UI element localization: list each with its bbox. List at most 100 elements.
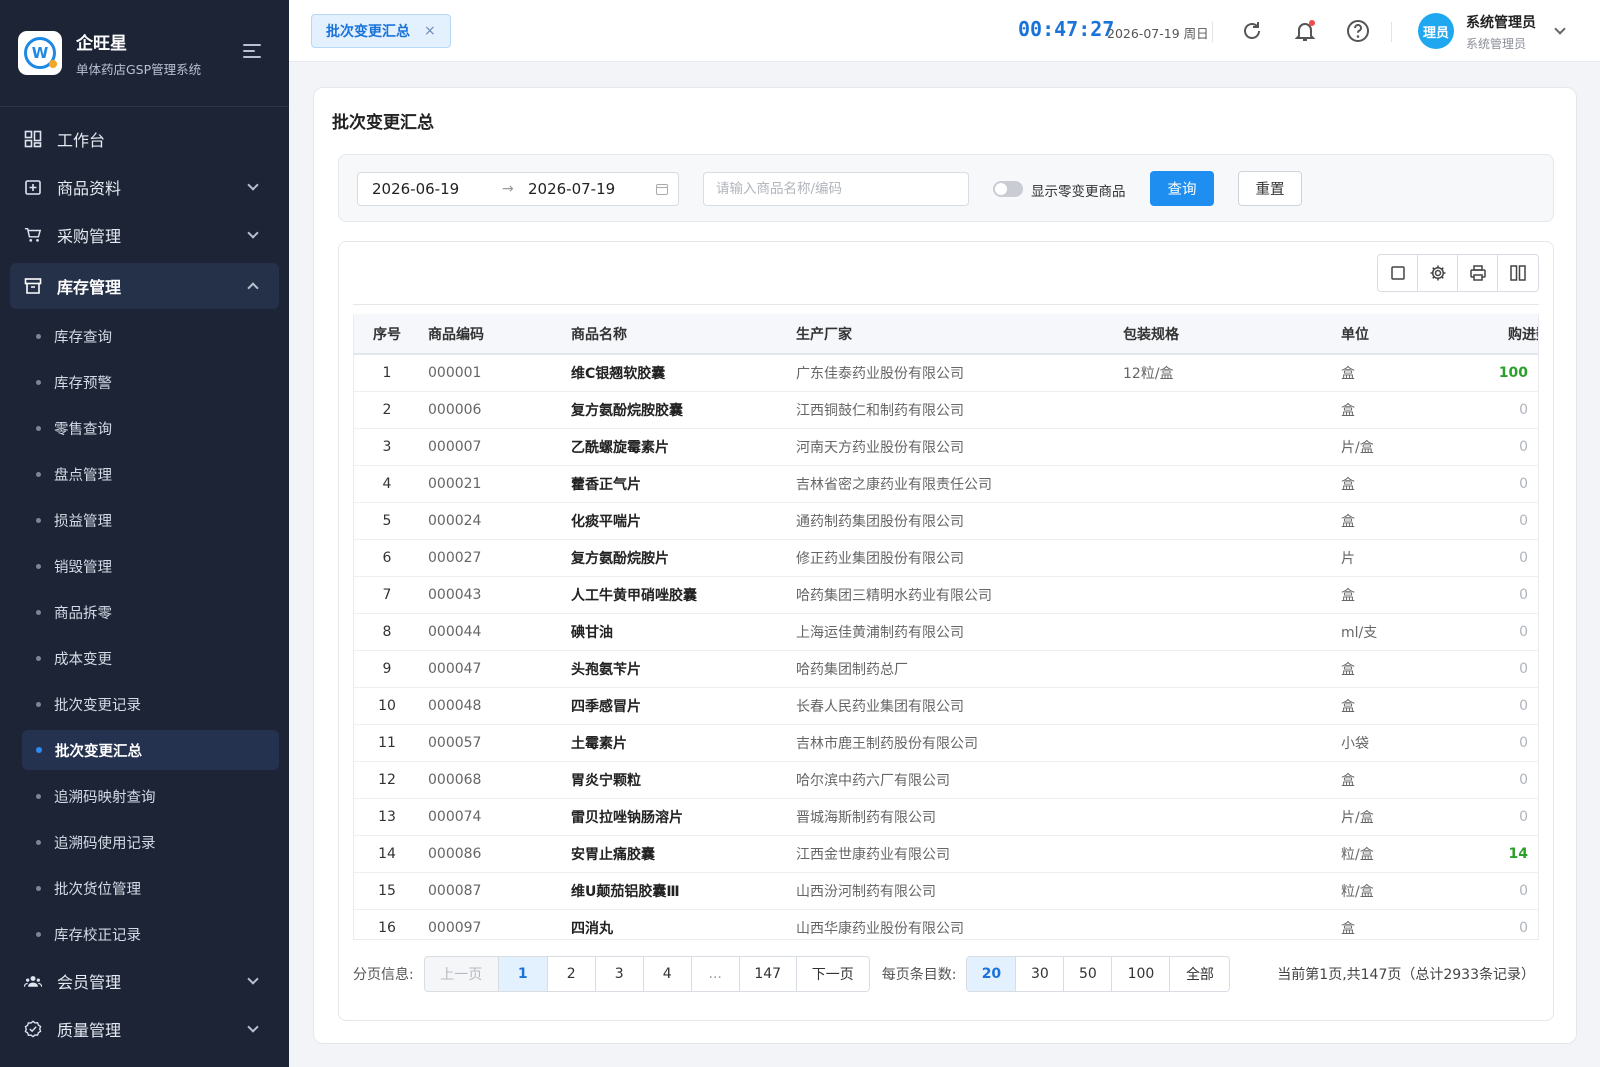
table-cell-code: 000097 bbox=[420, 909, 565, 939]
reset-button[interactable]: 重置 bbox=[1238, 171, 1302, 206]
menu-collapse-icon[interactable] bbox=[243, 44, 261, 60]
menu-item-members[interactable]: 会员管理 bbox=[0, 957, 289, 1005]
submenu-item[interactable]: 销毁管理 bbox=[0, 543, 289, 589]
submenu-item[interactable]: 批次变更记录 bbox=[0, 681, 289, 727]
page-button[interactable]: 1 bbox=[498, 957, 548, 991]
column-header[interactable]: 商品编码 bbox=[420, 314, 565, 355]
submenu-label: 零售查询 bbox=[54, 421, 112, 438]
page-size-button[interactable]: 20 bbox=[967, 957, 1017, 991]
submenu-item[interactable]: 成本变更 bbox=[0, 635, 289, 681]
table-cell-package bbox=[1123, 539, 1341, 577]
close-icon[interactable]: × bbox=[424, 23, 436, 39]
calendar-icon[interactable] bbox=[656, 183, 668, 195]
menu-item-dashboard[interactable]: 工作台 bbox=[0, 115, 289, 163]
chevron-down-icon[interactable] bbox=[1554, 23, 1566, 35]
menu-item-inventory[interactable]: 库存管理 bbox=[10, 263, 279, 309]
column-header[interactable]: 购进数量 bbox=[1471, 314, 1538, 355]
table-cell-package bbox=[1123, 613, 1341, 651]
column-header[interactable]: 商品名称 bbox=[565, 314, 788, 355]
help-icon[interactable] bbox=[1345, 18, 1371, 44]
bell-icon[interactable] bbox=[1292, 18, 1318, 44]
submenu-item[interactable]: 批次货位管理 bbox=[0, 865, 289, 911]
page-size-button[interactable]: 100 bbox=[1112, 957, 1171, 991]
date-range-picker[interactable]: 2026-06-19 → 2026-07-19 bbox=[357, 172, 679, 206]
table-row[interactable]: 3 000007 乙酰螺旋霉素片 河南天方药业股份有限公司 片/盒 0 bbox=[354, 428, 1538, 466]
dashboard-icon bbox=[24, 130, 42, 148]
table-row[interactable]: 12 000068 胃炎宁颗粒 哈尔滨中药六厂有限公司 盒 0 bbox=[354, 761, 1538, 799]
page-button[interactable]: 2 bbox=[547, 957, 596, 991]
table-row[interactable]: 16 000097 四消丸 山西华康药业股份有限公司 盒 0 bbox=[354, 909, 1538, 939]
table-cell-code: 000001 bbox=[420, 354, 565, 392]
page-button[interactable]: 147 bbox=[739, 957, 797, 991]
table-cell-code: 000087 bbox=[420, 872, 565, 910]
table-row[interactable]: 8 000044 碘甘油 上海运佳黄浦制药有限公司 ml/支 0 bbox=[354, 613, 1538, 651]
column-header[interactable]: 生产厂家 bbox=[788, 314, 1123, 355]
table-cell-package bbox=[1123, 798, 1341, 836]
table-cell-index: 9 bbox=[354, 650, 420, 688]
next-page-button[interactable]: 下一页 bbox=[796, 957, 869, 991]
menu-item-quality[interactable]: 质量管理 bbox=[0, 1005, 289, 1053]
zero-change-toggle[interactable] bbox=[993, 181, 1023, 197]
table-cell-unit: 盒 bbox=[1341, 502, 1471, 540]
query-button[interactable]: 查询 bbox=[1150, 171, 1214, 206]
prev-page-button[interactable]: 上一页 bbox=[424, 957, 499, 991]
page-button[interactable]: 4 bbox=[643, 957, 692, 991]
page-size-button[interactable]: 50 bbox=[1064, 957, 1113, 991]
gear-icon[interactable] bbox=[1418, 255, 1458, 291]
table-row[interactable]: 11 000057 土霉素片 吉林市鹿王制药股份有限公司 小袋 0 bbox=[354, 724, 1538, 762]
submenu-item[interactable]: 盘点管理 bbox=[0, 451, 289, 497]
table-row[interactable]: 10 000048 四季感冒片 长春人民药业集团有限公司 盒 0 bbox=[354, 687, 1538, 725]
table-row[interactable]: 2 000006 复方氨酚烷胺胶囊 江西铜鼓仁和制药有限公司 盒 0 bbox=[354, 391, 1538, 429]
table-row[interactable]: 1 000001 维C银翘软胶囊 广东佳泰药业股份有限公司 12粒/盒盒 100 bbox=[354, 354, 1538, 392]
menu-item-products[interactable]: 商品资料 bbox=[0, 163, 289, 211]
submenu-item[interactable]: 库存查询 bbox=[0, 313, 289, 359]
column-header[interactable]: 序号 bbox=[354, 314, 420, 355]
page-size-button[interactable]: 30 bbox=[1016, 957, 1065, 991]
submenu-item[interactable]: 库存预警 bbox=[0, 359, 289, 405]
table-row[interactable]: 13 000074 雷贝拉唑钠肠溶片 晋城海斯制药有限公司 片/盒 0 bbox=[354, 798, 1538, 836]
table-cell-code: 000021 bbox=[420, 465, 565, 503]
tab-batch-summary[interactable]: 批次变更汇总 × bbox=[311, 14, 451, 48]
print-icon[interactable] bbox=[1458, 255, 1498, 291]
table-row[interactable]: 6 000027 复方氨酚烷胺片 修正药业集团股份有限公司 片 0 bbox=[354, 539, 1538, 577]
fullscreen-icon[interactable] bbox=[1378, 255, 1418, 291]
refresh-icon[interactable] bbox=[1239, 18, 1265, 44]
table-cell-package bbox=[1123, 650, 1341, 688]
search-input[interactable] bbox=[703, 172, 969, 206]
table-row[interactable]: 7 000043 人工牛黄甲硝唑胶囊 哈药集团三精明水药业有限公司 盒 0 bbox=[354, 576, 1538, 614]
submenu-label: 追溯码使用记录 bbox=[54, 835, 156, 852]
submenu-item[interactable]: 损益管理 bbox=[0, 497, 289, 543]
date-start[interactable]: 2026-06-19 bbox=[372, 180, 502, 198]
main-menu-bottom: 会员管理 质量管理 bbox=[0, 957, 289, 1053]
page-ellipsis[interactable]: ... bbox=[691, 957, 740, 991]
menu-item-purchase[interactable]: 采购管理 bbox=[0, 211, 289, 259]
bullet-icon bbox=[36, 701, 41, 707]
submenu-item[interactable]: 零售查询 bbox=[0, 405, 289, 451]
table-cell-code: 000006 bbox=[420, 391, 565, 429]
avatar[interactable]: 理员 bbox=[1418, 13, 1454, 49]
date-end[interactable]: 2026-07-19 bbox=[528, 180, 654, 198]
table-cell-name: 复方氨酚烷胺胶囊 bbox=[565, 391, 788, 429]
table-cell-purchase-qty: 0 bbox=[1471, 724, 1538, 762]
table-cell-unit: ml/支 bbox=[1341, 613, 1471, 651]
submenu-item[interactable]: 追溯码映射查询 bbox=[0, 773, 289, 819]
table-row[interactable]: 5 000024 化痰平喘片 通药制药集团股份有限公司 盒 0 bbox=[354, 502, 1538, 540]
page-button[interactable]: 3 bbox=[595, 957, 644, 991]
table-cell-manufacturer: 哈药集团制药总厂 bbox=[788, 650, 1123, 688]
page-size-button[interactable]: 全部 bbox=[1170, 957, 1230, 991]
submenu-item-active[interactable]: 批次变更汇总 bbox=[22, 730, 279, 770]
table-row[interactable]: 15 000087 维U颠茄铝胶囊Ⅲ 山西汾河制药有限公司 粒/盒 0 bbox=[354, 872, 1538, 910]
submenu-item[interactable]: 追溯码使用记录 bbox=[0, 819, 289, 865]
table-cell-manufacturer: 上海运佳黄浦制药有限公司 bbox=[788, 613, 1123, 651]
data-table-wrapper[interactable]: 序号 商品编码 商品名称 生产厂家 包装规格 单位 购进数量 1000001维C… bbox=[353, 314, 1539, 940]
table-row[interactable]: 4 000021 藿香正气片 吉林省密之康药业有限责任公司 盒 0 bbox=[354, 465, 1538, 503]
submenu-item[interactable]: 库存校正记录 bbox=[0, 911, 289, 957]
table-row[interactable]: 14 000086 安胃止痛胶囊 江西金世康药业有限公司 粒/盒 14 bbox=[354, 835, 1538, 873]
columns-icon[interactable] bbox=[1498, 255, 1538, 291]
chevron-down-icon bbox=[247, 227, 259, 239]
table-row[interactable]: 9 000047 头孢氨苄片 哈药集团制药总厂 盒 0 bbox=[354, 650, 1538, 688]
submenu-item[interactable]: 商品拆零 bbox=[0, 589, 289, 635]
column-header[interactable]: 包装规格 bbox=[1123, 314, 1341, 355]
column-header[interactable]: 单位 bbox=[1341, 314, 1471, 355]
user-name[interactable]: 系统管理员 bbox=[1466, 12, 1536, 32]
